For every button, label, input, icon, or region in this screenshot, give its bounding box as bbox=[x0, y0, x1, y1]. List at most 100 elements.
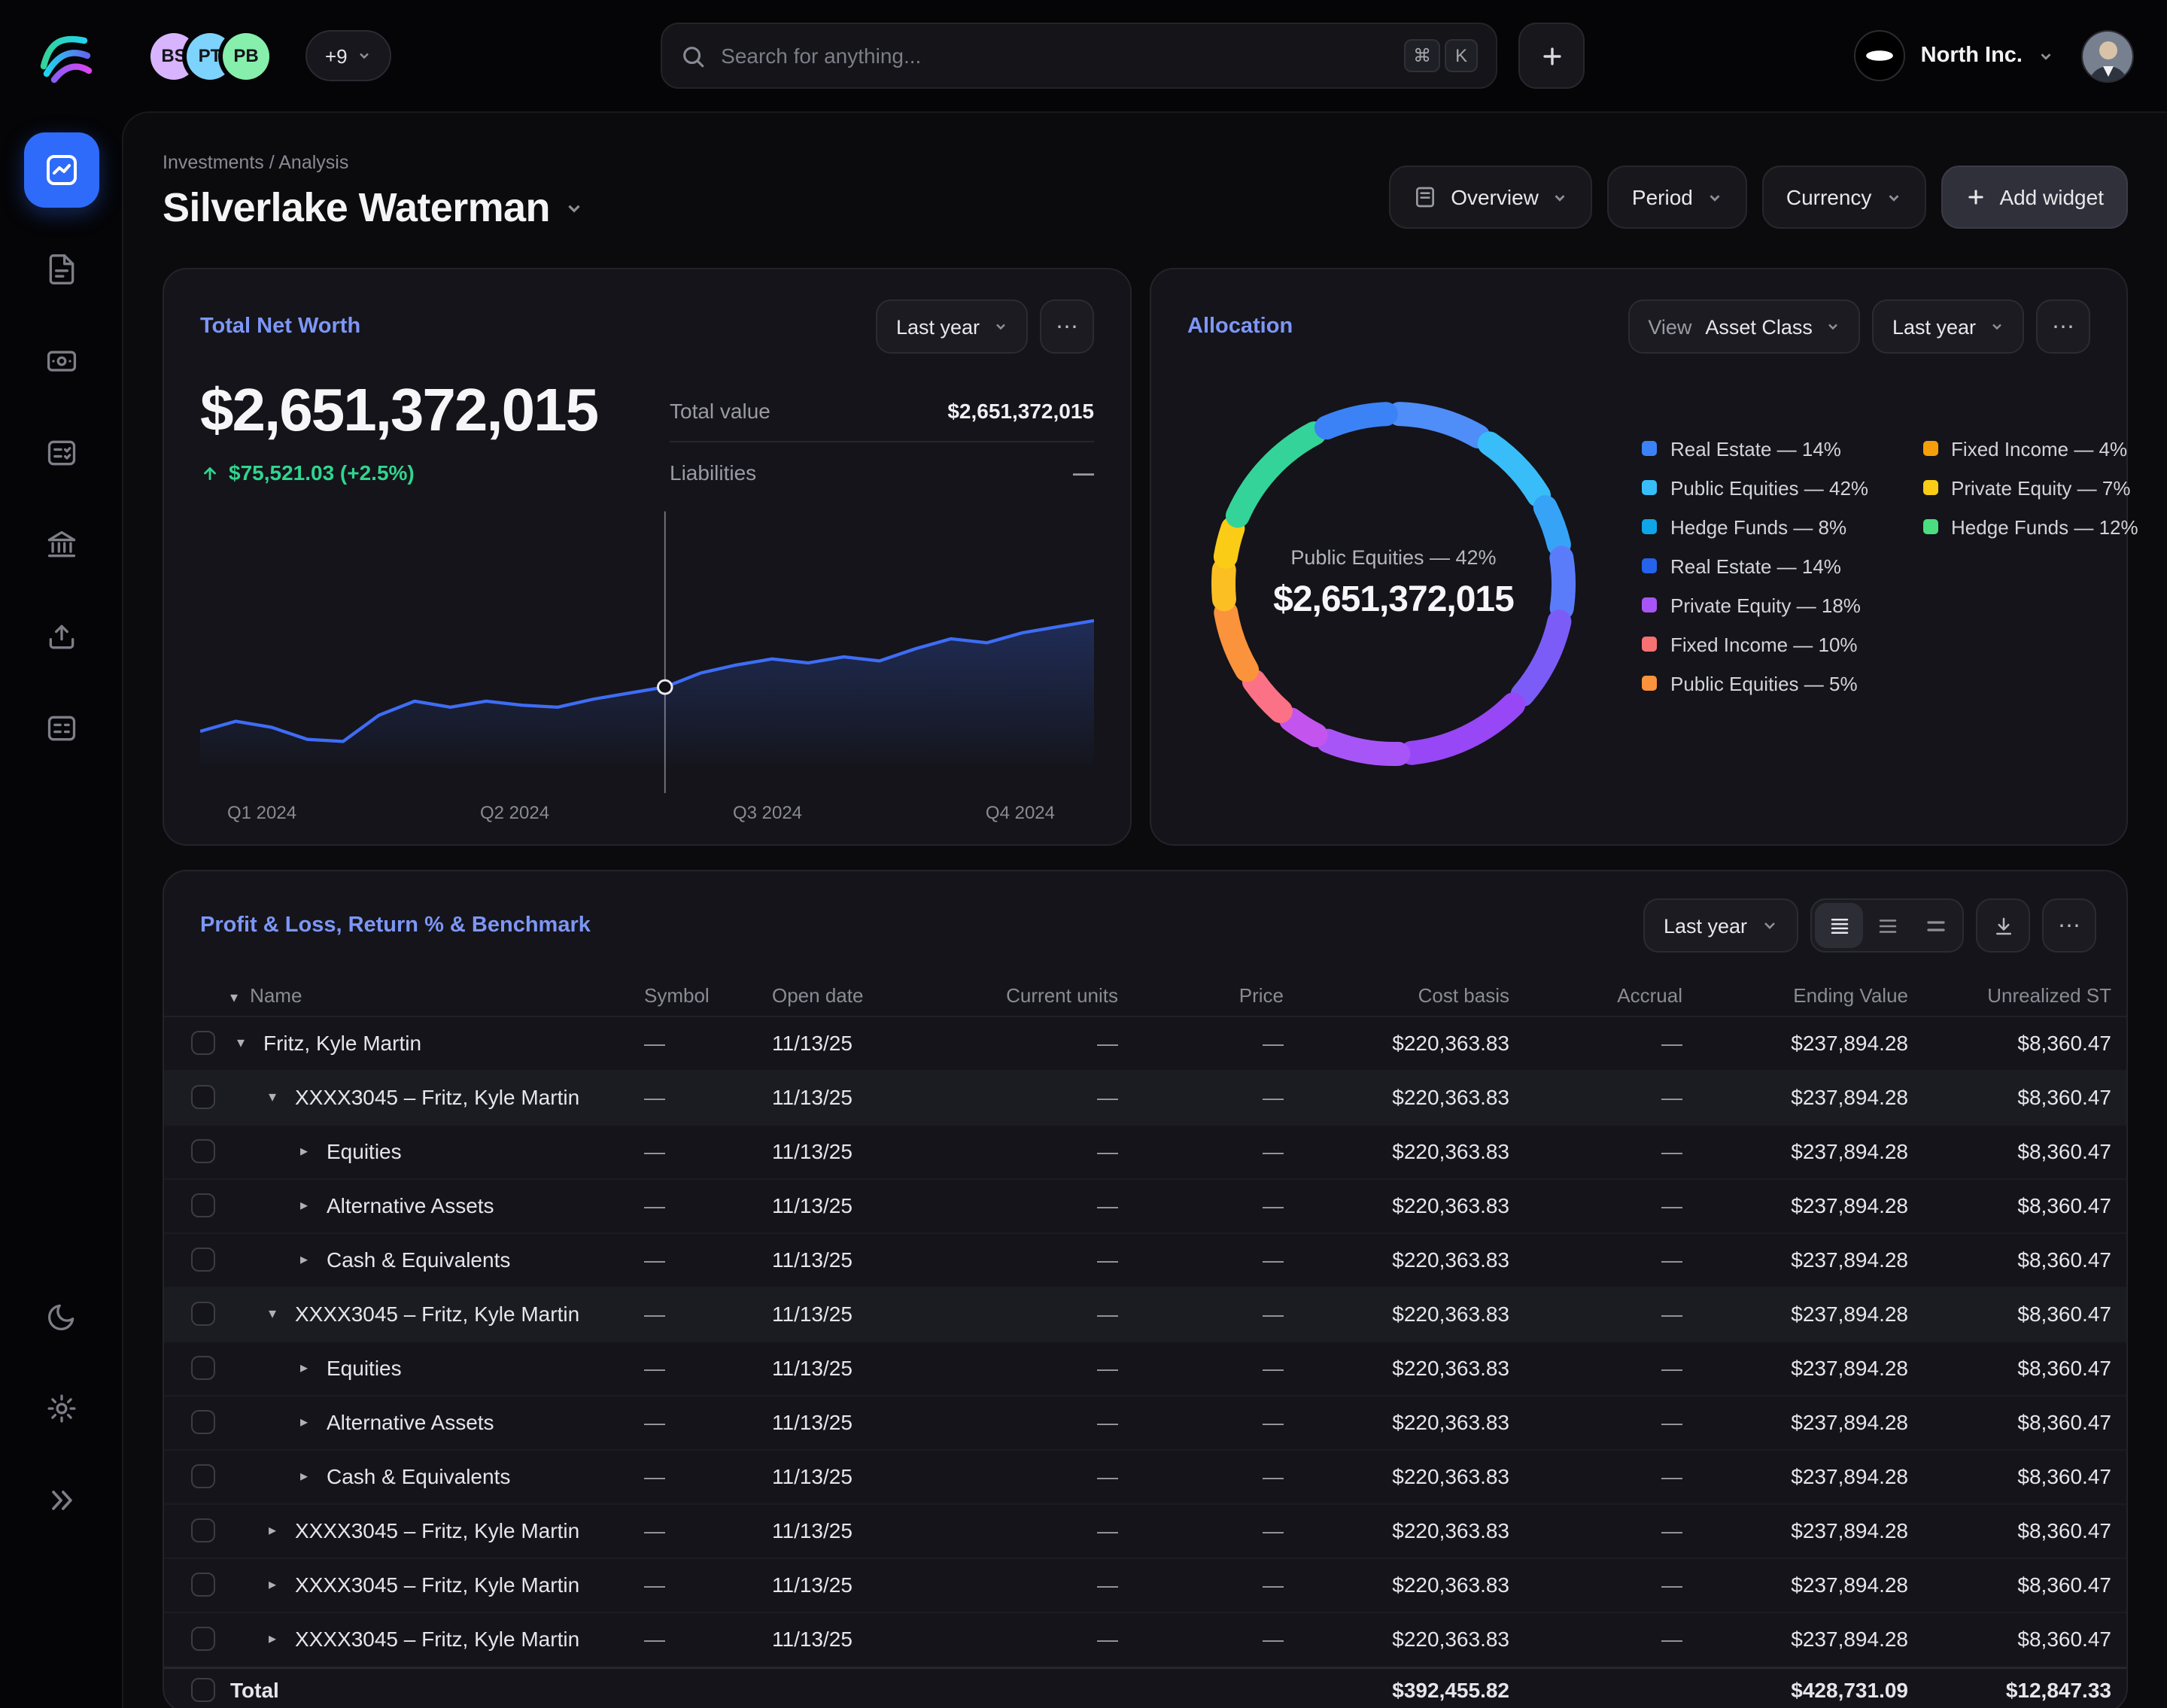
cell-cost: $220,363.83 bbox=[1299, 1302, 1524, 1326]
expand-caret-icon[interactable]: ▸ bbox=[293, 1143, 315, 1159]
expand-caret-icon[interactable]: ▸ bbox=[262, 1576, 283, 1593]
settings-button[interactable] bbox=[31, 1378, 91, 1439]
allocation-view-dropdown[interactable]: View Asset Class bbox=[1628, 299, 1861, 354]
expand-caret-icon[interactable]: ▸ bbox=[293, 1251, 315, 1268]
density-compact-button[interactable] bbox=[1815, 903, 1863, 948]
sidebar-item-transactions[interactable] bbox=[31, 331, 91, 391]
pnl-title: Profit & Loss, Return % & Benchmark bbox=[200, 913, 591, 938]
legend-swatch bbox=[1922, 441, 1938, 456]
row-checkbox[interactable] bbox=[191, 1410, 215, 1434]
sidebar-item-analytics[interactable] bbox=[23, 132, 99, 208]
column-header-name[interactable]: ▾Name bbox=[230, 985, 644, 1007]
expand-caret-icon[interactable]: ▸ bbox=[293, 1468, 315, 1485]
quick-add-button[interactable] bbox=[1518, 23, 1585, 89]
collapse-caret-icon[interactable]: ▾ bbox=[262, 1089, 283, 1105]
row-checkbox[interactable] bbox=[191, 1356, 215, 1380]
table-row[interactable]: ▸Alternative Assets—11/13/25——$220,363.8… bbox=[164, 1396, 2126, 1450]
row-checkbox[interactable] bbox=[191, 1193, 215, 1217]
period-dropdown[interactable]: Period bbox=[1608, 166, 1747, 229]
global-search[interactable]: ⌘ K bbox=[661, 23, 1497, 89]
table-row[interactable]: ▸XXXX3045 – Fritz, Kyle Martin—11/13/25—… bbox=[164, 1558, 2126, 1612]
currency-dropdown[interactable]: Currency bbox=[1762, 166, 1926, 229]
expand-caret-icon[interactable]: ▸ bbox=[293, 1197, 315, 1214]
cell-unrealized: $8,360.47 bbox=[1923, 1031, 2126, 1055]
column-header-cost-basis[interactable]: Cost basis bbox=[1299, 985, 1524, 1007]
cell-ending: $237,894.28 bbox=[1697, 1193, 1923, 1217]
user-avatar[interactable] bbox=[2081, 29, 2134, 82]
search-shortcut: ⌘ K bbox=[1404, 39, 1478, 72]
download-button[interactable] bbox=[1976, 898, 2030, 953]
column-header-unrealized[interactable]: Unrealized ST bbox=[1923, 985, 2126, 1007]
cell-accrual: — bbox=[1524, 1248, 1697, 1272]
row-checkbox[interactable] bbox=[191, 1248, 215, 1272]
plus-icon bbox=[1965, 187, 1986, 208]
main-content: Investments / Analysis Silverlake Waterm… bbox=[122, 111, 2167, 1708]
table-row[interactable]: ▸XXXX3045 – Fritz, Kyle Martin—11/13/25—… bbox=[164, 1612, 2126, 1667]
search-input[interactable] bbox=[721, 44, 1389, 68]
row-checkbox[interactable] bbox=[191, 1678, 215, 1702]
column-header-accrual[interactable]: Accrual bbox=[1524, 985, 1697, 1007]
column-header-price[interactable]: Price bbox=[1133, 985, 1299, 1007]
sidebar-item-accounts[interactable] bbox=[31, 423, 91, 483]
row-checkbox[interactable] bbox=[191, 1302, 215, 1326]
sidebar-item-uploads[interactable] bbox=[31, 606, 91, 667]
row-checkbox[interactable] bbox=[191, 1464, 215, 1488]
legend-item: Public Equities — 5% bbox=[1642, 672, 1868, 694]
row-checkbox[interactable] bbox=[191, 1085, 215, 1109]
card-checklist-icon bbox=[44, 436, 78, 470]
table-row[interactable]: ▸Cash & Equivalents—11/13/25——$220,363.8… bbox=[164, 1233, 2126, 1287]
expand-caret-icon[interactable]: ▸ bbox=[262, 1522, 283, 1539]
row-name: XXXX3045 – Fritz, Kyle Martin bbox=[295, 1085, 579, 1109]
portfolio-selector[interactable]: Silverlake Waterman bbox=[163, 185, 585, 232]
allocation-donut[interactable]: Public Equities — 42% $2,651,372,015 bbox=[1196, 387, 1591, 781]
expand-caret-icon[interactable]: ▸ bbox=[293, 1414, 315, 1430]
table-row[interactable]: ▸Equities—11/13/25——$220,363.83—$237,894… bbox=[164, 1342, 2126, 1396]
table-row[interactable]: ▸XXXX3045 – Fritz, Kyle Martin—11/13/25—… bbox=[164, 1504, 2126, 1558]
row-checkbox[interactable] bbox=[191, 1573, 215, 1597]
row-checkbox[interactable] bbox=[191, 1518, 215, 1542]
cell-open-date: 11/13/25 bbox=[772, 1518, 945, 1542]
workspace-chip-pb[interactable]: PB bbox=[223, 32, 269, 79]
sidebar-item-reports[interactable] bbox=[31, 698, 91, 758]
net-worth-range-dropdown[interactable]: Last year bbox=[877, 299, 1028, 354]
expand-caret-icon[interactable]: ▸ bbox=[262, 1631, 283, 1647]
app-logo-icon[interactable] bbox=[33, 26, 93, 86]
sidebar-item-institutions[interactable] bbox=[31, 515, 91, 575]
overview-dropdown[interactable]: Overview bbox=[1389, 166, 1593, 229]
row-checkbox[interactable] bbox=[191, 1139, 215, 1163]
sidebar-collapse-button[interactable] bbox=[31, 1470, 91, 1530]
org-switcher[interactable]: North Inc. bbox=[1855, 30, 2054, 81]
table-row[interactable]: ▸Alternative Assets—11/13/25——$220,363.8… bbox=[164, 1179, 2126, 1233]
cell-unrealized: $8,360.47 bbox=[1923, 1302, 2126, 1326]
column-header-symbol[interactable]: Symbol bbox=[644, 985, 772, 1007]
table-row[interactable]: ▾Fritz, Kyle Martin—11/13/25——$220,363.8… bbox=[164, 1017, 2126, 1071]
collapse-caret-icon[interactable]: ▾ bbox=[262, 1305, 283, 1322]
more-workspaces-button[interactable]: +9 bbox=[305, 30, 391, 81]
total-value: $2,651,372,015 bbox=[947, 399, 1094, 423]
table-row[interactable]: ▾XXXX3045 – Fritz, Kyle Martin—11/13/25—… bbox=[164, 1071, 2126, 1125]
net-worth-chart[interactable]: Q1 2024 Q2 2024 Q3 2024 Q4 2024 bbox=[200, 509, 1094, 823]
row-checkbox[interactable] bbox=[191, 1031, 215, 1055]
allocation-range-dropdown[interactable]: Last year bbox=[1873, 299, 2024, 354]
chevron-down-icon bbox=[1761, 916, 1779, 935]
table-row[interactable]: ▾XXXX3045 – Fritz, Kyle Martin—11/13/25—… bbox=[164, 1287, 2126, 1342]
theme-toggle[interactable] bbox=[31, 1287, 91, 1347]
density-relaxed-button[interactable] bbox=[1911, 903, 1959, 948]
table-row[interactable]: ▸Cash & Equivalents—11/13/25——$220,363.8… bbox=[164, 1450, 2126, 1504]
column-header-current-units[interactable]: Current units bbox=[945, 985, 1133, 1007]
expand-caret-icon[interactable]: ▸ bbox=[293, 1360, 315, 1376]
row-checkbox[interactable] bbox=[191, 1627, 215, 1651]
add-widget-button[interactable]: Add widget bbox=[1941, 166, 2128, 229]
net-worth-more-button[interactable]: ⋯ bbox=[1040, 299, 1094, 354]
sidebar-item-documents[interactable] bbox=[31, 239, 91, 299]
column-header-ending-value[interactable]: Ending Value bbox=[1697, 985, 1923, 1007]
pnl-more-button[interactable]: ⋯ bbox=[2042, 898, 2096, 953]
density-medium-button[interactable] bbox=[1863, 903, 1911, 948]
pnl-range-dropdown[interactable]: Last year bbox=[1644, 898, 1798, 953]
table-row[interactable]: ▸Equities—11/13/25——$220,363.83—$237,894… bbox=[164, 1125, 2126, 1179]
cell-price: — bbox=[1133, 1031, 1299, 1055]
collapse-caret-icon[interactable]: ▾ bbox=[230, 1035, 251, 1051]
search-icon bbox=[680, 43, 706, 68]
allocation-more-button[interactable]: ⋯ bbox=[2036, 299, 2090, 354]
column-header-open-date[interactable]: Open date bbox=[772, 985, 945, 1007]
